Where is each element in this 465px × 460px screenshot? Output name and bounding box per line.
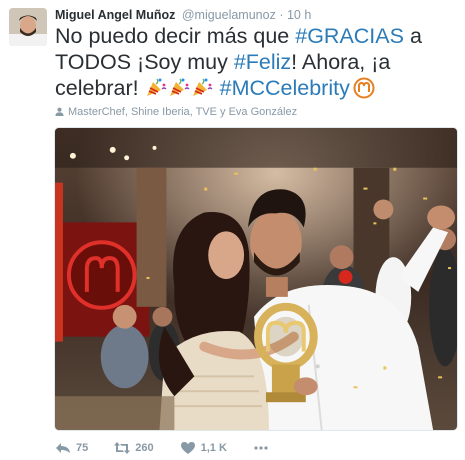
party-popper-icon	[146, 78, 167, 96]
party-popper-icon	[192, 78, 213, 96]
more-button[interactable]	[253, 441, 274, 455]
author-avatar[interactable]	[9, 8, 47, 46]
tweet-header: Miguel Angel Muñoz @miguelamunoz · 10 h	[55, 8, 311, 23]
like-count: 1,1 K	[200, 442, 227, 454]
tweet-text: No puedo decir más que #GRACIAS a TODOS …	[55, 23, 455, 101]
separator: ·	[279, 8, 284, 22]
tweet-photo[interactable]	[54, 127, 458, 431]
tagged-people[interactable]: MasterChef, Shine Iberia, TVE y Eva Gonz…	[55, 106, 297, 118]
reply-count: 75	[76, 442, 89, 454]
tweet-timestamp[interactable]: 10 h	[287, 8, 311, 22]
celebration-photo	[55, 128, 457, 430]
more-dots-icon	[254, 446, 268, 450]
hashtag-mccelebrity[interactable]: #MCCelebrity	[220, 76, 350, 100]
retweet-button[interactable]: 260	[114, 441, 154, 455]
like-button[interactable]: 1,1 K	[180, 441, 227, 455]
hashtag-feliz[interactable]: #Feliz	[234, 50, 291, 74]
hashtag-gracias[interactable]: #GRACIAS	[295, 24, 404, 48]
person-icon	[55, 107, 64, 116]
author-handle[interactable]: @miguelamunoz	[182, 8, 276, 22]
author-name[interactable]: Miguel Angel Muñoz	[55, 8, 175, 22]
reply-icon	[56, 443, 70, 453]
party-popper-icon	[169, 78, 190, 96]
masterchef-logo-icon	[353, 77, 375, 99]
tweet-actions: 75 260 1,1 K	[55, 440, 300, 456]
retweet-icon	[114, 442, 131, 454]
retweet-count: 260	[135, 442, 154, 454]
tagged-people-label: MasterChef, Shine Iberia, TVE y Eva Gonz…	[68, 106, 298, 118]
heart-icon	[180, 442, 195, 454]
reply-button[interactable]: 75	[55, 441, 88, 455]
avatar-image	[9, 8, 47, 46]
tweet-text-part: No puedo decir más que	[55, 24, 296, 48]
